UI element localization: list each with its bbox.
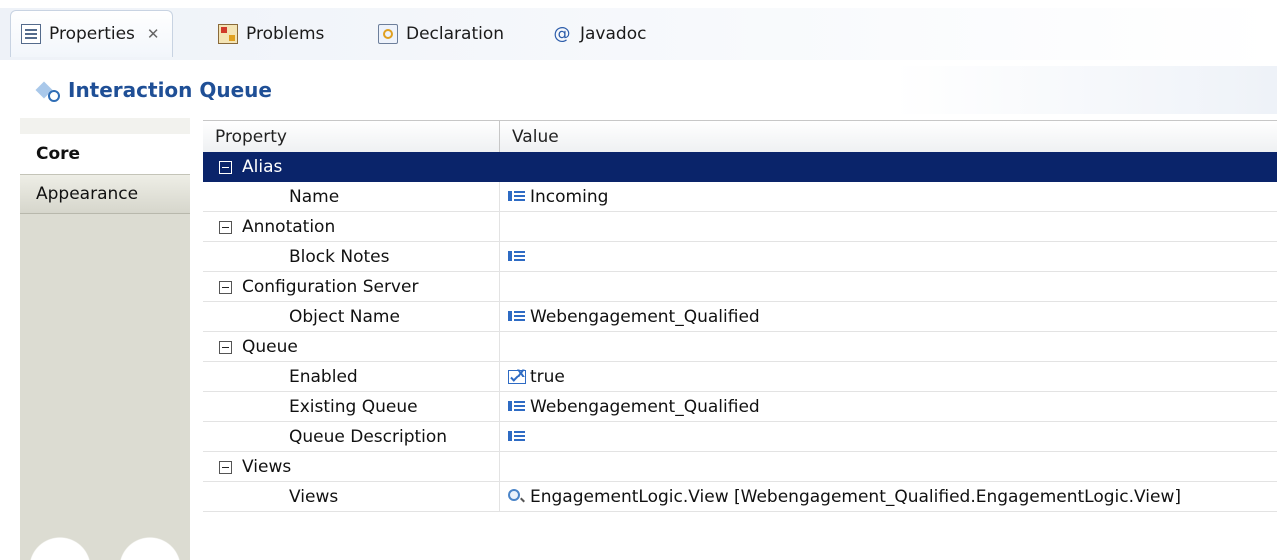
view-tab-bar: Properties ✕ Problems Declaration @ Java…	[0, 0, 1277, 66]
section-tab-appearance[interactable]: Appearance	[20, 174, 190, 214]
table-row-queue[interactable]: Queue	[203, 332, 1277, 362]
tab-javadoc[interactable]: @ Javadoc	[552, 14, 647, 54]
table-row-existing-queue[interactable]: Existing Queue Webengagement_Qualified	[203, 392, 1277, 422]
property-label: Enabled	[289, 367, 358, 387]
problems-icon	[218, 24, 238, 44]
property-table: Property Value Alias Name Incoming Annot…	[203, 120, 1277, 560]
boolean-value-icon	[508, 366, 526, 384]
collapse-icon[interactable]	[219, 340, 232, 354]
value-cell[interactable]: Incoming	[500, 182, 1277, 212]
value-cell[interactable]: Webengagement_Qualified	[500, 302, 1277, 332]
property-value: true	[530, 367, 565, 387]
property-label: Object Name	[289, 307, 400, 327]
section-tabs-decoration	[20, 520, 190, 560]
value-cell[interactable]: EngagementLogic.View [Webengagement_Qual…	[500, 482, 1277, 512]
value-cell	[500, 212, 1277, 242]
table-header: Property Value	[203, 120, 1277, 154]
group-label: Alias	[242, 157, 283, 177]
group-label: Configuration Server	[242, 277, 419, 297]
property-label: Views	[289, 487, 339, 507]
value-cell[interactable]	[500, 242, 1277, 272]
collapse-icon[interactable]	[219, 280, 232, 294]
collapse-icon[interactable]	[219, 160, 232, 174]
section-tab-core-label: Core	[36, 144, 81, 164]
property-cell: Annotation	[203, 212, 500, 242]
property-label: Existing Queue	[289, 397, 418, 417]
group-label: Queue	[242, 337, 298, 357]
column-header-property[interactable]: Property	[203, 121, 500, 153]
table-row-annotation[interactable]: Annotation	[203, 212, 1277, 242]
property-label: Name	[289, 187, 340, 207]
group-label: Annotation	[242, 217, 336, 237]
section-tabs-top	[20, 118, 190, 134]
property-cell: Name	[203, 182, 500, 212]
table-row-configuration-server[interactable]: Configuration Server	[203, 272, 1277, 302]
property-label: Block Notes	[289, 247, 390, 267]
value-cell[interactable]	[500, 422, 1277, 452]
property-value: EngagementLogic.View [Webengagement_Qual…	[530, 487, 1181, 507]
collapse-icon[interactable]	[219, 220, 232, 234]
section-tab-core[interactable]: Core	[20, 134, 190, 174]
property-cell: Object Name	[203, 302, 500, 332]
property-label: Queue Description	[289, 427, 448, 447]
property-cell: Block Notes	[203, 242, 500, 272]
text-value-icon	[508, 400, 526, 414]
property-value: Webengagement_Qualified	[530, 397, 760, 417]
tab-problems-label: Problems	[246, 24, 325, 44]
collapse-icon[interactable]	[219, 460, 232, 474]
property-value: Incoming	[530, 187, 609, 207]
tab-declaration-label: Declaration	[406, 24, 505, 44]
property-cell: Existing Queue	[203, 392, 500, 422]
group-label: Views	[242, 457, 292, 477]
value-cell	[500, 452, 1277, 482]
value-cell	[500, 332, 1277, 362]
value-cell	[500, 272, 1277, 302]
close-icon[interactable]: ✕	[147, 25, 160, 43]
tab-properties-label: Properties	[49, 24, 135, 44]
text-value-icon	[508, 310, 526, 324]
property-cell: Queue Description	[203, 422, 500, 452]
table-row-views[interactable]: Views EngagementLogic.View [Webengagemen…	[203, 482, 1277, 512]
page-title: Interaction Queue	[68, 78, 272, 102]
property-cell: Enabled	[203, 362, 500, 392]
tab-properties[interactable]: Properties ✕	[10, 10, 173, 57]
section-tab-appearance-label: Appearance	[36, 184, 139, 204]
property-cell: Views	[203, 452, 500, 482]
properties-title-bar: Interaction Queue	[0, 66, 1277, 114]
tab-problems[interactable]: Problems	[218, 14, 324, 54]
property-cell: Views	[203, 482, 500, 512]
column-header-value[interactable]: Value	[500, 121, 1277, 153]
table-row-block-notes[interactable]: Block Notes	[203, 242, 1277, 272]
value-cell[interactable]: Webengagement_Qualified	[500, 392, 1277, 422]
table-row-name[interactable]: Name Incoming	[203, 182, 1277, 212]
tab-declaration[interactable]: Declaration	[378, 14, 504, 54]
text-value-icon	[508, 250, 526, 264]
text-value-icon	[508, 190, 526, 204]
declaration-icon	[378, 24, 398, 44]
value-cell	[500, 152, 1277, 182]
interaction-queue-icon	[36, 78, 60, 102]
section-tabs: Core Appearance	[20, 118, 190, 560]
table-row-queue-description[interactable]: Queue Description	[203, 422, 1277, 452]
text-value-icon	[508, 430, 526, 444]
table-row-views-group[interactable]: Views	[203, 452, 1277, 482]
value-cell[interactable]: true	[500, 362, 1277, 392]
table-row-object-name[interactable]: Object Name Webengagement_Qualified	[203, 302, 1277, 332]
table-row-alias[interactable]: Alias	[203, 152, 1277, 182]
properties-icon	[21, 24, 41, 44]
table-row-enabled[interactable]: Enabled true	[203, 362, 1277, 392]
property-value: Webengagement_Qualified	[530, 307, 760, 327]
tab-javadoc-label: Javadoc	[580, 24, 647, 44]
property-cell: Queue	[203, 332, 500, 362]
property-cell: Configuration Server	[203, 272, 500, 302]
at-icon: @	[553, 24, 571, 44]
property-cell: Alias	[203, 152, 500, 182]
view-value-icon	[508, 489, 526, 505]
